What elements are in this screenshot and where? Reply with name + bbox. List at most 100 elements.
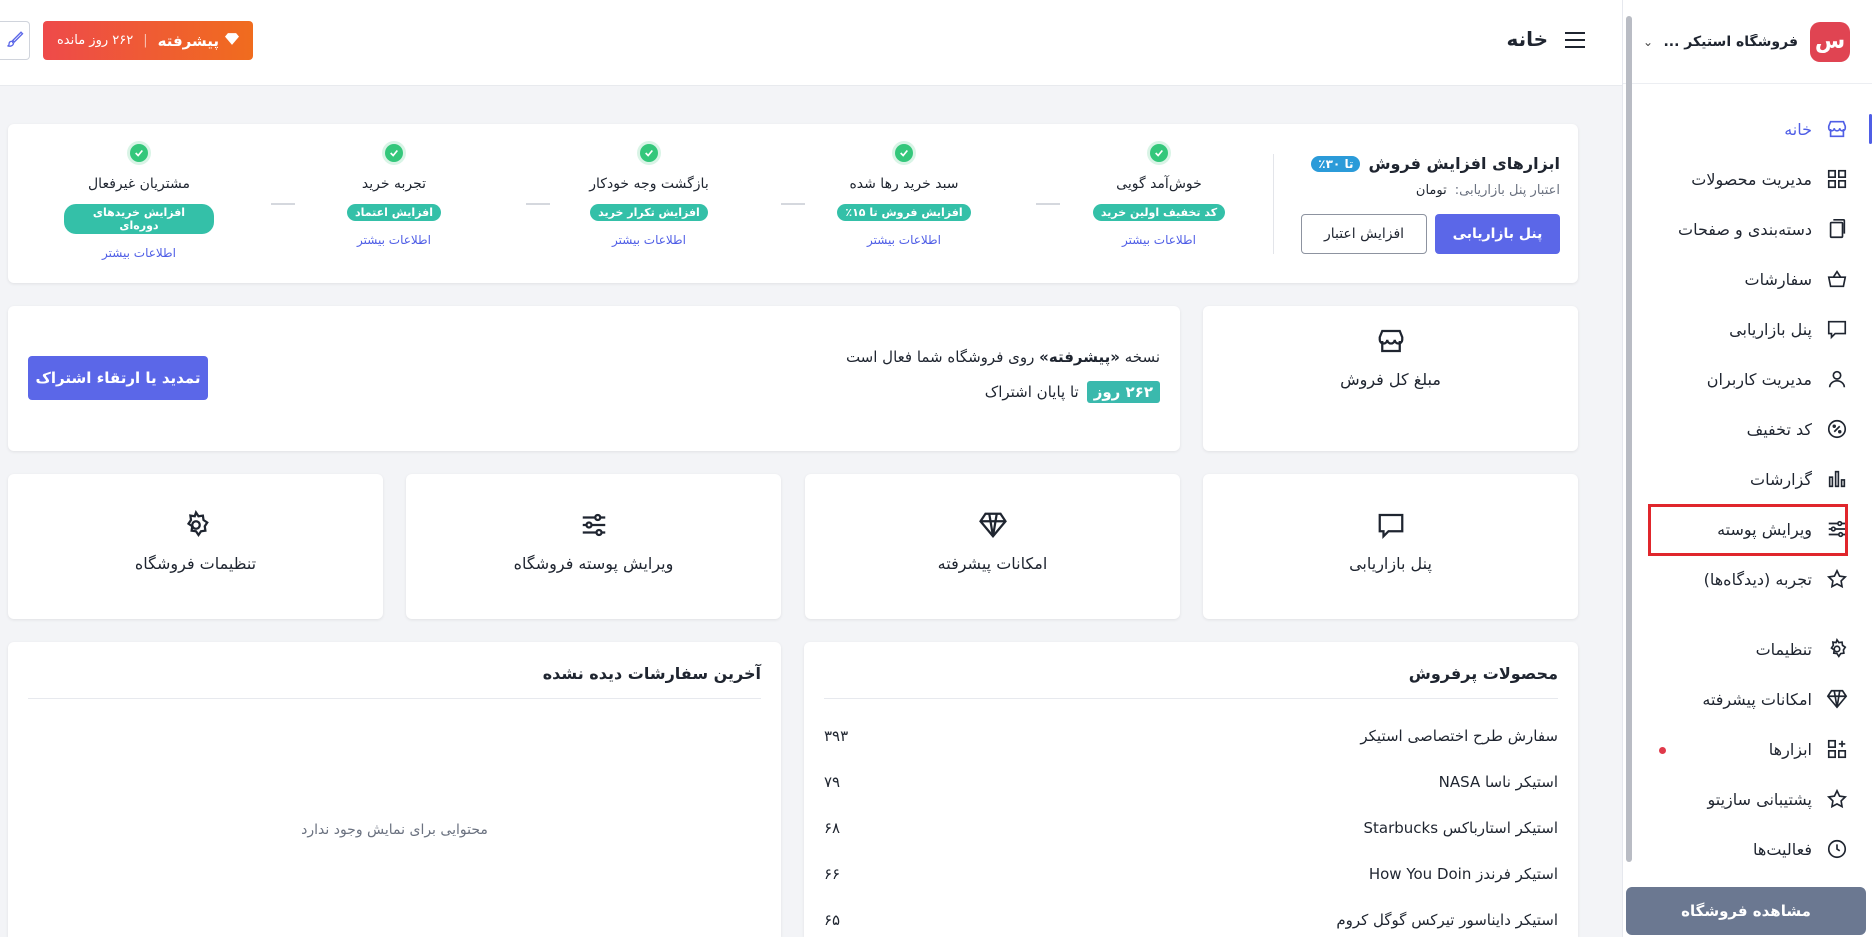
tool-abandoned-cart: سبد خرید رها شده افزایش فروش تا ۱۵٪ اطلا… <box>829 144 979 247</box>
gear-icon <box>1824 636 1850 662</box>
store-logo: س <box>1810 21 1850 62</box>
sidebar-item-label: گزارشات <box>1750 469 1812 489</box>
sidebar-item-activities[interactable]: فعالیت‌ها <box>1623 824 1872 874</box>
tool-name: بازگشت وجه خودکار <box>589 176 709 192</box>
credit-currency: تومان <box>1415 183 1447 198</box>
tool-pill: افزایش اعتماد <box>346 204 442 221</box>
quick-card-label: پنل بازاریابی <box>1349 554 1432 573</box>
sidebar-item-home[interactable]: خانه <box>1623 104 1872 154</box>
star-icon <box>1824 786 1850 812</box>
gear-icon <box>8 509 383 544</box>
store-icon <box>1824 116 1850 142</box>
plan-badge[interactable]: پیشرفته | ۲۶۲ روز مانده <box>43 21 254 60</box>
best-sellers-title: محصولات پرفروش <box>1408 664 1558 683</box>
sidebar-item-advanced[interactable]: امکانات پیشرفته <box>1623 674 1872 724</box>
diamond-icon <box>1824 686 1850 712</box>
discount-badge: تا ۳۰٪ <box>1311 155 1361 172</box>
sidebar-item-label: تجربه (دیدگاه‌ها) <box>1703 569 1812 589</box>
chevron-down-icon[interactable]: ⌄ <box>1643 35 1653 49</box>
store-switcher[interactable]: س فروشگاه استیکر ... ⌄ <box>1623 0 1872 84</box>
sidebar-item-label: ابزارها <box>1768 739 1812 759</box>
sidebar-item-discount[interactable]: کد تخفیف <box>1623 404 1872 454</box>
tool-name: خوش‌آمد گویی <box>1116 176 1202 192</box>
sidebar-item-label: پشتیبانی سازیتو <box>1707 789 1812 809</box>
check-icon <box>640 144 658 162</box>
sales-tools-header: ابزارهای افزایش فروش تا ۳۰٪ اعتبار پنل ب… <box>1290 154 1560 254</box>
page-title: خانه <box>1506 27 1548 51</box>
star-icon <box>1824 566 1850 592</box>
sidebar-item-label: خانه <box>1784 119 1812 139</box>
total-sales-card[interactable]: مبلغ کل فروش <box>1203 306 1578 451</box>
user-icon <box>1824 366 1850 392</box>
tool-name: تجربه خرید <box>361 176 427 192</box>
grid-icon <box>1824 166 1850 192</box>
unseen-orders-title: آخرین سفارشات دیده نشده <box>542 664 761 683</box>
sidebar-item-reports[interactable]: گزارشات <box>1623 454 1872 504</box>
list-item[interactable]: استیکر استارباکس Starbucks ۶۸ <box>824 819 1558 839</box>
sidebar-item-label: مدیریت محصولات <box>1691 169 1812 189</box>
list-item[interactable]: استیکر دایناسور تیرکس گوگل کروم ۶۵ <box>824 911 1558 931</box>
renew-subscription-button[interactable]: تمدید یا ارتقاء اشتراک <box>28 356 208 400</box>
more-info-link[interactable]: اطلاعات بیشتر <box>319 233 469 247</box>
marketing-panel-button[interactable]: پنل بازاریابی <box>1435 214 1560 254</box>
list-item[interactable]: استیکر فرندز How You Doin ۶۶ <box>824 865 1558 885</box>
plan-name: پیشرفته <box>157 31 220 50</box>
tool-pill: کد تخفیف اولین خرید <box>1092 204 1226 221</box>
unseen-orders-card: آخرین سفارشات دیده نشده محتوایی برای نما… <box>8 642 781 937</box>
topbar: خانه پیشرفته | ۲۶۲ روز مانده <box>0 0 1622 86</box>
sidebar-item-categories[interactable]: دسته‌بندی و صفحات <box>1623 204 1872 254</box>
more-info-link[interactable]: اطلاعات بیشتر <box>1084 233 1234 247</box>
sidebar-item-label: تنظیمات <box>1755 639 1812 659</box>
more-info-link[interactable]: اطلاعات بیشتر <box>574 233 724 247</box>
increase-credit-button[interactable]: افزایش اعتبار <box>1301 214 1427 254</box>
pages-icon <box>1824 216 1850 242</box>
tool-inactive-customers: مشتریان غیرفعال افزایش خریدهای دوره‌ای ا… <box>64 144 214 260</box>
clock-icon <box>1824 836 1850 862</box>
sidebar-item-label: پنل بازاریابی <box>1729 319 1812 339</box>
chat-icon <box>1824 316 1850 342</box>
tool-pill: افزایش فروش تا ۱۵٪ <box>837 204 971 221</box>
quick-card-marketing[interactable]: پنل بازاریابی <box>1203 474 1578 619</box>
sidebar-item-label: فعالیت‌ها <box>1753 839 1812 859</box>
sidebar-item-settings[interactable]: تنظیمات <box>1623 624 1872 674</box>
list-item[interactable]: سفارش طرح اختصاصی استیکر ۳۹۳ <box>824 727 1558 747</box>
tool-name: سبد خرید رها شده <box>849 176 959 192</box>
subscription-text: نسخه «پیشرفته» روی فروشگاه شما فعال است <box>845 348 1160 366</box>
subscription-days: ۲۶۲ روز تا پایان اشتراک <box>985 381 1160 403</box>
highlight-box <box>1648 504 1848 556</box>
sidebar-item-label: امکانات پیشرفته <box>1702 689 1812 709</box>
widgets-icon <box>1824 736 1850 762</box>
sidebar-item-users[interactable]: مدیریت کاربران <box>1623 354 1872 404</box>
quick-card-settings[interactable]: تنظیمات فروشگاه <box>8 474 383 619</box>
check-icon <box>895 144 913 162</box>
list-item[interactable]: استیکر ناسا NASA ۷۹ <box>824 773 1558 793</box>
more-info-link[interactable]: اطلاعات بیشتر <box>64 246 214 260</box>
more-info-link[interactable]: اطلاعات بیشتر <box>829 233 979 247</box>
chat-icon <box>1203 510 1578 544</box>
sales-tools-title: ابزارهای افزایش فروش <box>1368 154 1560 173</box>
quick-card-label: تنظیمات فروشگاه <box>134 554 257 573</box>
sidebar-item-support[interactable]: پشتیبانی سازیتو <box>1623 774 1872 824</box>
quick-card-label: امکانات پیشرفته <box>937 554 1048 573</box>
quick-card-label: ویرایش پوسته فروشگاه <box>513 554 674 573</box>
theme-brush-button[interactable] <box>0 21 30 60</box>
view-store-button[interactable]: مشاهده فروشگاه <box>1626 887 1866 935</box>
basket-icon <box>1824 266 1850 292</box>
sidebar-item-products[interactable]: مدیریت محصولات <box>1623 154 1872 204</box>
diamond-icon <box>225 32 240 49</box>
quick-card-theme[interactable]: ویرایش پوسته فروشگاه <box>406 474 781 619</box>
store-name: فروشگاه استیکر ... <box>1663 33 1798 50</box>
hamburger-icon[interactable] <box>1564 30 1586 54</box>
sidebar-item-reviews[interactable]: تجربه (دیدگاه‌ها) <box>1623 554 1872 604</box>
empty-state: محتوایی برای نمایش وجود ندارد <box>301 822 488 838</box>
sidebar-item-orders[interactable]: سفارشات <box>1623 254 1872 304</box>
tool-name: مشتریان غیرفعال <box>88 176 190 192</box>
sidebar-item-label: سفارشات <box>1744 269 1812 289</box>
quick-card-advanced[interactable]: امکانات پیشرفته <box>805 474 1180 619</box>
sidebar-item-marketing[interactable]: پنل بازاریابی <box>1623 304 1872 354</box>
sales-tools-card: ابزارهای افزایش فروش تا ۳۰٪ اعتبار پنل ب… <box>8 124 1578 283</box>
sidebar-item-label: مدیریت کاربران <box>1706 369 1812 389</box>
subscription-card: نسخه «پیشرفته» روی فروشگاه شما فعال است … <box>8 306 1180 451</box>
discount-icon <box>1824 416 1850 442</box>
sidebar: س فروشگاه استیکر ... ⌄ خانه مدیریت محصول… <box>1622 0 1872 937</box>
